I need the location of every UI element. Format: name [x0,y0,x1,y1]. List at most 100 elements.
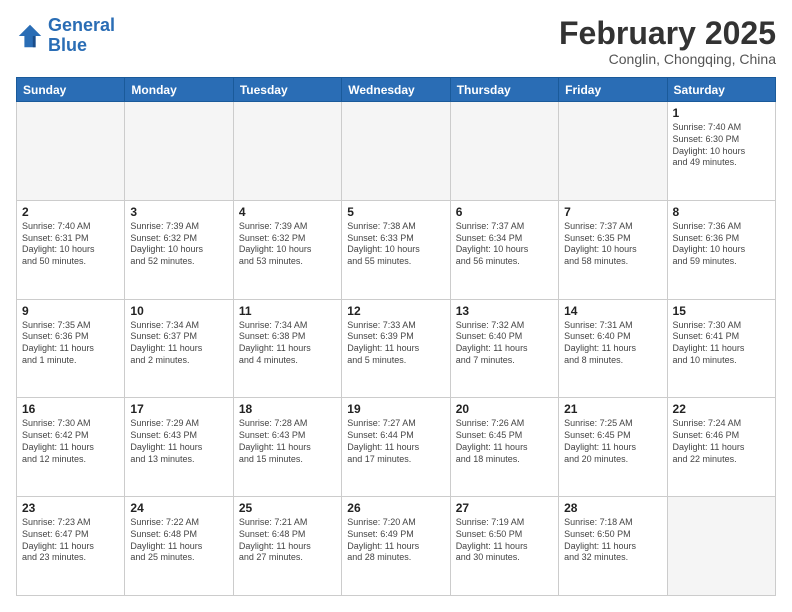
logo-text: General Blue [48,16,115,56]
day-info: Sunrise: 7:29 AM Sunset: 6:43 PM Dayligh… [130,418,227,465]
day-number: 11 [239,304,336,318]
day-number: 21 [564,402,661,416]
calendar-week-1: 1 Sunrise: 7:40 AM Sunset: 6:30 PM Daylig… [17,102,776,201]
col-monday: Monday [125,78,233,102]
day-number: 6 [456,205,553,219]
day-info: Sunrise: 7:24 AM Sunset: 6:46 PM Dayligh… [673,418,770,465]
day-info: Sunrise: 7:39 AM Sunset: 6:32 PM Dayligh… [130,221,227,268]
day-number: 5 [347,205,444,219]
day-info: Sunrise: 7:20 AM Sunset: 6:49 PM Dayligh… [347,517,444,564]
day-number: 18 [239,402,336,416]
day-number: 10 [130,304,227,318]
calendar-cell: 1 Sunrise: 7:40 AM Sunset: 6:30 PM Daylig… [667,102,775,201]
day-info: Sunrise: 7:36 AM Sunset: 6:36 PM Dayligh… [673,221,770,268]
day-info: Sunrise: 7:37 AM Sunset: 6:35 PM Dayligh… [564,221,661,268]
calendar-cell: 6 Sunrise: 7:37 AM Sunset: 6:34 PM Daylig… [450,200,558,299]
location-subtitle: Conglin, Chongqing, China [559,51,776,67]
calendar-week-5: 23Sunrise: 7:23 AM Sunset: 6:47 PM Dayli… [17,497,776,596]
calendar-cell: 16 Sunrise: 7:30 AM Sunset: 6:42 PM Dayli… [17,398,125,497]
day-number: 22 [673,402,770,416]
calendar-cell: 11 Sunrise: 7:34 AM Sunset: 6:38 PM Dayli… [233,299,341,398]
day-info: Sunrise: 7:22 AM Sunset: 6:48 PM Dayligh… [130,517,227,564]
calendar-cell: 28 Sunrise: 7:18 AM Sunset: 6:50 PM Dayli… [559,497,667,596]
day-info: Sunrise: 7:18 AM Sunset: 6:50 PM Dayligh… [564,517,661,564]
day-info: Sunrise: 7:27 AM Sunset: 6:44 PM Dayligh… [347,418,444,465]
day-number: 3 [130,205,227,219]
day-info: Sunrise: 7:38 AM Sunset: 6:33 PM Dayligh… [347,221,444,268]
day-info: Sunrise: 7:31 AM Sunset: 6:40 PM Dayligh… [564,320,661,367]
day-number: 13 [456,304,553,318]
calendar-cell: 14 Sunrise: 7:31 AM Sunset: 6:40 PM Dayli… [559,299,667,398]
day-info: Sunrise: 7:23 AM Sunset: 6:47 PM Dayligh… [22,517,119,564]
day-number: 17 [130,402,227,416]
calendar-cell: 25 Sunrise: 7:21 AM Sunset: 6:48 PM Dayli… [233,497,341,596]
day-number: 8 [673,205,770,219]
day-number: 26 [347,501,444,515]
calendar-cell: 12 Sunrise: 7:33 AM Sunset: 6:39 PM Dayli… [342,299,450,398]
calendar-cell: 2 Sunrise: 7:40 AM Sunset: 6:31 PM Daylig… [17,200,125,299]
day-number: 24 [130,501,227,515]
day-info: Sunrise: 7:30 AM Sunset: 6:42 PM Dayligh… [22,418,119,465]
day-info: Sunrise: 7:37 AM Sunset: 6:34 PM Dayligh… [456,221,553,268]
day-info: Sunrise: 7:30 AM Sunset: 6:41 PM Dayligh… [673,320,770,367]
col-friday: Friday [559,78,667,102]
day-number: 19 [347,402,444,416]
calendar-cell: 13Sunrise: 7:32 AM Sunset: 6:40 PM Dayli… [450,299,558,398]
calendar-header-row: Sunday Monday Tuesday Wednesday Thursday… [17,78,776,102]
logo-icon [16,22,44,50]
calendar-cell [125,102,233,201]
col-tuesday: Tuesday [233,78,341,102]
day-info: Sunrise: 7:40 AM Sunset: 6:30 PM Dayligh… [673,122,770,169]
calendar-cell [667,497,775,596]
calendar-cell: 7Sunrise: 7:37 AM Sunset: 6:35 PM Daylig… [559,200,667,299]
calendar-cell [17,102,125,201]
calendar-cell: 4 Sunrise: 7:39 AM Sunset: 6:32 PM Daylig… [233,200,341,299]
calendar-cell: 17 Sunrise: 7:29 AM Sunset: 6:43 PM Dayli… [125,398,233,497]
calendar-table: Sunday Monday Tuesday Wednesday Thursday… [16,77,776,596]
calendar-cell: 3 Sunrise: 7:39 AM Sunset: 6:32 PM Daylig… [125,200,233,299]
calendar-cell [450,102,558,201]
calendar-cell: 9 Sunrise: 7:35 AM Sunset: 6:36 PM Daylig… [17,299,125,398]
day-number: 1 [673,106,770,120]
day-info: Sunrise: 7:26 AM Sunset: 6:45 PM Dayligh… [456,418,553,465]
day-number: 14 [564,304,661,318]
day-number: 12 [347,304,444,318]
calendar-cell: 24 Sunrise: 7:22 AM Sunset: 6:48 PM Dayli… [125,497,233,596]
day-number: 4 [239,205,336,219]
calendar-cell: 23Sunrise: 7:23 AM Sunset: 6:47 PM Dayli… [17,497,125,596]
calendar-cell: 18 Sunrise: 7:28 AM Sunset: 6:43 PM Dayli… [233,398,341,497]
day-number: 20 [456,402,553,416]
calendar-week-4: 16 Sunrise: 7:30 AM Sunset: 6:42 PM Dayli… [17,398,776,497]
calendar-cell: 5 Sunrise: 7:38 AM Sunset: 6:33 PM Daylig… [342,200,450,299]
day-number: 15 [673,304,770,318]
day-number: 2 [22,205,119,219]
day-info: Sunrise: 7:40 AM Sunset: 6:31 PM Dayligh… [22,221,119,268]
day-info: Sunrise: 7:33 AM Sunset: 6:39 PM Dayligh… [347,320,444,367]
calendar-cell: 20 Sunrise: 7:26 AM Sunset: 6:45 PM Dayli… [450,398,558,497]
day-info: Sunrise: 7:21 AM Sunset: 6:48 PM Dayligh… [239,517,336,564]
day-number: 28 [564,501,661,515]
col-wednesday: Wednesday [342,78,450,102]
day-info: Sunrise: 7:39 AM Sunset: 6:32 PM Dayligh… [239,221,336,268]
day-info: Sunrise: 7:35 AM Sunset: 6:36 PM Dayligh… [22,320,119,367]
day-number: 27 [456,501,553,515]
day-info: Sunrise: 7:19 AM Sunset: 6:50 PM Dayligh… [456,517,553,564]
calendar-cell: 21Sunrise: 7:25 AM Sunset: 6:45 PM Dayli… [559,398,667,497]
col-thursday: Thursday [450,78,558,102]
calendar-cell: 27 Sunrise: 7:19 AM Sunset: 6:50 PM Dayli… [450,497,558,596]
month-title: February 2025 [559,16,776,51]
calendar-cell: 10Sunrise: 7:34 AM Sunset: 6:37 PM Dayli… [125,299,233,398]
header: General Blue February 2025 Conglin, Chon… [16,16,776,67]
title-block: February 2025 Conglin, Chongqing, China [559,16,776,67]
calendar-cell: 15 Sunrise: 7:30 AM Sunset: 6:41 PM Dayli… [667,299,775,398]
day-info: Sunrise: 7:34 AM Sunset: 6:38 PM Dayligh… [239,320,336,367]
calendar-cell: 8 Sunrise: 7:36 AM Sunset: 6:36 PM Daylig… [667,200,775,299]
calendar-week-2: 2 Sunrise: 7:40 AM Sunset: 6:31 PM Daylig… [17,200,776,299]
day-number: 16 [22,402,119,416]
calendar-cell: 26 Sunrise: 7:20 AM Sunset: 6:49 PM Dayli… [342,497,450,596]
day-number: 9 [22,304,119,318]
calendar-cell: 19 Sunrise: 7:27 AM Sunset: 6:44 PM Dayli… [342,398,450,497]
calendar-cell [342,102,450,201]
day-number: 25 [239,501,336,515]
day-info: Sunrise: 7:28 AM Sunset: 6:43 PM Dayligh… [239,418,336,465]
